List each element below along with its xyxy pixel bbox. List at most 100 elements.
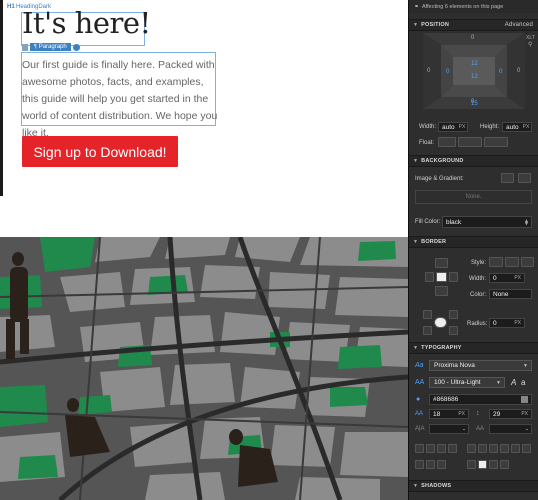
affecting-text: Affecting 6 elements on this page <box>422 3 504 10</box>
padding-left-value[interactable]: 0 <box>446 69 449 75</box>
height-label: Height: <box>480 124 500 130</box>
border-color-label: Color: <box>470 292 487 298</box>
background-section-header[interactable]: ▼ BACKGROUND <box>409 155 538 167</box>
line-height-icon: ↕ <box>476 410 480 417</box>
collapse-triangle-icon: ▼ <box>413 239 419 245</box>
border-style-label: Style: <box>471 260 487 266</box>
strikethrough-button[interactable] <box>500 444 509 453</box>
bold-button[interactable] <box>467 444 476 453</box>
text-transform-capitalize-button[interactable] <box>478 460 487 469</box>
position-section-header[interactable]: ▼ POSITION Advanced <box>409 19 538 31</box>
lock-icon[interactable]: ⚲ <box>528 41 532 48</box>
padding-bottom-value[interactable]: 12 <box>471 74 478 80</box>
collapse-triangle-icon: ▼ <box>413 22 419 28</box>
font-weight-icon: AA <box>415 379 425 386</box>
width-input[interactable]: auto PX <box>438 122 468 132</box>
add-image-button[interactable] <box>501 173 514 183</box>
eyedropper-icon[interactable]: ⧫ <box>525 219 528 226</box>
paragraph-selection-badge[interactable]: ¶ Paragraph <box>22 43 80 51</box>
outer-bottom-value[interactable]: 15 <box>471 101 478 107</box>
radius-all-button[interactable] <box>434 317 447 328</box>
design-canvas[interactable]: H1 HeadingDark It's here! ¶ Paragraph Our… <box>0 0 408 500</box>
font-size-icon: AA <box>415 411 424 417</box>
border-side-selector[interactable] <box>425 258 459 298</box>
border-style-dashed-button[interactable] <box>521 257 534 267</box>
align-center-button[interactable] <box>426 444 435 453</box>
border-width-label: Width: <box>469 276 487 282</box>
background-image-list[interactable]: None. <box>415 190 532 204</box>
subscript-button[interactable] <box>522 444 531 453</box>
corner-radius-selector[interactable] <box>423 310 463 336</box>
border-left-button[interactable] <box>425 272 434 282</box>
element-settings-icon[interactable] <box>22 43 28 51</box>
line-height-input[interactable]: 29 PX <box>489 409 532 419</box>
color-swatch[interactable] <box>521 396 528 403</box>
box-model-widget[interactable]: 0 12 0 0 0 0 12 0 <box>423 33 525 109</box>
text-direction-button[interactable] <box>415 460 424 469</box>
add-gradient-button[interactable] <box>518 173 531 183</box>
padding-top-value[interactable]: 12 <box>471 61 478 67</box>
radius-input[interactable]: 0 PX <box>489 318 525 328</box>
overline-button[interactable] <box>489 444 498 453</box>
border-color-input[interactable]: None <box>489 289 532 299</box>
float-none-button[interactable] <box>438 137 456 147</box>
radius-bottom-right-button[interactable] <box>449 326 458 335</box>
align-justify-button[interactable] <box>448 444 457 453</box>
float-label: Float: <box>419 140 435 146</box>
margin-top-value[interactable]: 0 <box>471 35 474 41</box>
collapse-triangle-icon: ▼ <box>413 345 419 351</box>
align-left-button[interactable] <box>415 444 424 453</box>
chevron-down-icon: ▼ <box>523 362 528 369</box>
border-top-button[interactable] <box>435 258 448 268</box>
typography-section-header[interactable]: ▼ TYPOGRAPHY <box>409 342 538 354</box>
intro-paragraph[interactable]: Our first guide is finally here. Packed … <box>22 57 218 142</box>
link-icon: ⚭ <box>414 4 420 10</box>
align-right-button[interactable] <box>437 444 446 453</box>
font-size-input[interactable]: 18 PX <box>429 409 469 419</box>
gear-icon[interactable] <box>72 43 80 51</box>
font-weight-select[interactable]: 100 - Ultra-Light ▼ <box>429 377 505 388</box>
page-heading[interactable]: It's here! <box>22 6 151 40</box>
left-edge-strip <box>0 0 3 196</box>
word-spacing-input[interactable]: - <box>489 424 532 434</box>
text-color-drop-icon: ● <box>416 396 421 403</box>
radius-bottom-left-button[interactable] <box>423 326 432 335</box>
padding-right-value[interactable]: 0 <box>499 69 502 75</box>
fill-color-input[interactable]: black ⧫ <box>442 216 532 228</box>
paragraph-icon: ¶ <box>34 44 37 50</box>
border-width-input[interactable]: 0 PX <box>489 273 525 283</box>
shadows-section-header[interactable]: ▼ SHADOWS <box>409 480 538 492</box>
text-transform-lower-button[interactable] <box>467 460 476 469</box>
text-transform-none-button[interactable] <box>426 460 435 469</box>
border-right-button[interactable] <box>449 272 458 282</box>
whitespace-button[interactable] <box>500 460 509 469</box>
word-spacing-icon: AA <box>476 426 485 432</box>
border-section-header[interactable]: ▼ BORDER <box>409 236 538 248</box>
border-style-none-button[interactable] <box>489 257 503 267</box>
letter-spacing-input[interactable]: - <box>429 424 469 434</box>
text-color-input[interactable]: #868686 <box>429 394 532 405</box>
superscript-button[interactable] <box>511 444 520 453</box>
font-family-select[interactable]: Proxima Nova ▼ <box>429 360 532 371</box>
signup-download-button[interactable]: Sign up to Download! <box>22 136 178 167</box>
letter-spacing-icon: A|A <box>415 426 425 432</box>
case-button[interactable]: a <box>521 378 525 387</box>
image-gradient-label: Image & Gradient: <box>415 176 464 182</box>
italic-button[interactable]: A <box>511 378 516 387</box>
margin-left-value[interactable]: 0 <box>427 68 430 74</box>
style-panel[interactable]: ⚭ Affecting 6 elements on this page ▼ PO… <box>408 0 538 500</box>
underline-button[interactable] <box>478 444 487 453</box>
border-bottom-button[interactable] <box>435 286 448 296</box>
small-caps-button[interactable] <box>489 460 498 469</box>
collapse-triangle-icon: ▼ <box>413 158 419 164</box>
advanced-toggle[interactable]: Advanced <box>505 22 533 28</box>
float-left-button[interactable] <box>458 137 482 147</box>
height-input[interactable]: auto PX <box>502 122 532 132</box>
margin-right-value[interactable]: 0 <box>517 68 520 74</box>
border-all-button[interactable] <box>436 272 447 282</box>
radius-top-left-button[interactable] <box>423 310 432 319</box>
text-transform-upper-button[interactable] <box>437 460 446 469</box>
border-style-solid-button[interactable] <box>505 257 519 267</box>
radius-top-right-button[interactable] <box>449 310 458 319</box>
float-right-button[interactable] <box>484 137 508 147</box>
